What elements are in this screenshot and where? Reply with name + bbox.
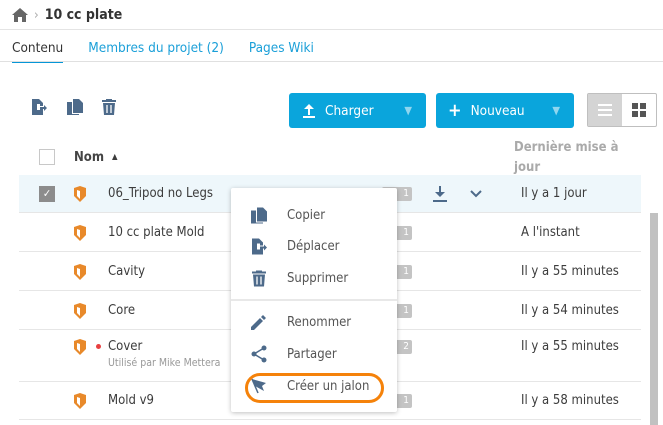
select-all-checkbox[interactable] xyxy=(39,149,55,165)
file-name[interactable]: Cavity xyxy=(108,264,145,279)
tab-members[interactable]: Membres du projet (2) xyxy=(88,40,224,63)
menu-item-share[interactable]: Partager xyxy=(231,339,397,369)
divider xyxy=(0,29,663,30)
pencil-icon xyxy=(251,315,266,330)
menu-label: Partager xyxy=(287,346,337,362)
home-icon[interactable] xyxy=(12,8,28,22)
menu-item-copy[interactable]: Copier xyxy=(231,200,397,230)
menu-label: Copier xyxy=(287,207,326,223)
copy-icon xyxy=(251,207,267,223)
design-file-icon xyxy=(74,303,86,319)
tab-wiki[interactable]: Pages Wiki xyxy=(249,40,314,63)
tab-content[interactable]: Contenu xyxy=(12,40,64,63)
new-label: Nouveau xyxy=(470,102,525,119)
modified-date: Il y a 54 minutes xyxy=(521,303,619,318)
column-name[interactable]: Nom xyxy=(74,150,104,165)
design-file-icon xyxy=(74,264,86,280)
list-view-button[interactable] xyxy=(588,94,622,126)
sort-asc-icon[interactable]: ▲ xyxy=(112,152,118,161)
modified-date: A l'instant xyxy=(521,225,580,240)
modified-date: Il y a 55 minutes xyxy=(521,339,619,354)
breadcrumb: › 10 cc plate xyxy=(12,5,122,25)
in-use-note: Utilisé par Mike Mettera xyxy=(108,357,221,369)
grid-icon xyxy=(632,103,646,117)
status-dot xyxy=(96,344,101,349)
grid-view-button[interactable] xyxy=(622,94,656,126)
menu-label: Déplacer xyxy=(287,238,340,254)
divider xyxy=(0,61,663,62)
modified-date: Il y a 58 minutes xyxy=(521,393,619,408)
menu-label: Supprimer xyxy=(287,270,349,286)
file-name[interactable]: Core xyxy=(108,303,135,318)
upload-icon xyxy=(303,103,315,118)
view-toggle xyxy=(587,93,657,127)
highlight-ring xyxy=(245,373,384,403)
file-name[interactable]: 06_Tripod no Legs xyxy=(108,186,213,201)
file-name[interactable]: 10 cc plate Mold xyxy=(108,225,204,240)
modified-date: Il y a 1 jour xyxy=(521,186,587,201)
move-icon xyxy=(252,238,267,254)
modified-date: Il y a 55 minutes xyxy=(521,264,619,279)
menu-label: Renommer xyxy=(287,314,352,330)
scrollbar[interactable] xyxy=(650,213,658,425)
plus-icon: + xyxy=(448,100,462,121)
new-button[interactable]: + Nouveau ▼ xyxy=(436,93,574,128)
page-title: 10 cc plate xyxy=(44,7,123,23)
upload-button[interactable]: Charger ▼ xyxy=(289,93,426,128)
design-file-icon xyxy=(74,339,86,355)
menu-item-move[interactable]: Déplacer xyxy=(231,231,397,261)
share-icon xyxy=(251,345,267,363)
trash-icon[interactable] xyxy=(102,99,116,115)
download-icon[interactable] xyxy=(433,186,447,202)
chevron-down-icon[interactable] xyxy=(470,190,482,198)
chevron-down-icon[interactable]: ▼ xyxy=(552,104,560,117)
design-file-icon xyxy=(74,225,86,241)
list-icon xyxy=(598,104,612,116)
file-name[interactable]: Mold v9 xyxy=(108,393,154,408)
menu-item-rename[interactable]: Renommer xyxy=(231,307,397,337)
menu-divider xyxy=(231,299,397,301)
upload-label: Charger xyxy=(325,102,374,119)
tab-bar: Contenu Membres du projet (2) Pages Wiki xyxy=(12,40,314,63)
chevron-down-icon[interactable]: ▼ xyxy=(404,104,412,117)
table-header: Nom ▲ Dernière mise à jour xyxy=(19,140,641,177)
design-file-icon xyxy=(74,393,86,409)
copy-icon[interactable] xyxy=(67,99,83,115)
menu-item-delete[interactable]: Supprimer xyxy=(231,263,397,293)
chevron-right-icon: › xyxy=(34,7,39,23)
row-checkbox[interactable]: ✓ xyxy=(39,186,55,202)
move-icon[interactable] xyxy=(31,99,47,115)
trash-icon xyxy=(252,270,266,286)
design-file-icon xyxy=(74,186,86,202)
file-name[interactable]: Cover xyxy=(108,339,142,354)
column-date[interactable]: Dernière mise à jour xyxy=(514,138,634,178)
